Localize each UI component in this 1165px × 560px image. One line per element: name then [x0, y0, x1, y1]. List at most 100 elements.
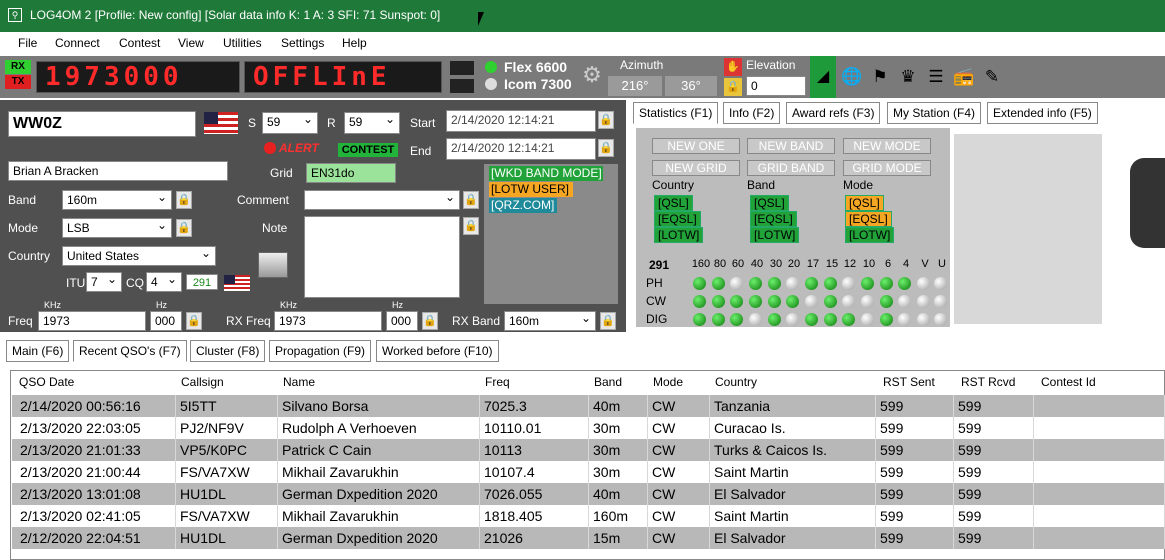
freq-lock-icon[interactable]: 🔒 [186, 312, 202, 330]
menu-view[interactable]: View [178, 36, 204, 50]
col-rst-rcvd[interactable]: RST Rcvd [961, 375, 1015, 389]
mode-lock-icon[interactable]: 🔒 [176, 219, 192, 237]
menu-settings[interactable]: Settings [281, 36, 324, 50]
table-row[interactable]: 2/13/2020 21:01:33 VP5/K0PC Patrick C Cain… [12, 439, 1165, 461]
tab-info[interactable]: Info (F2) [723, 102, 781, 124]
col-country[interactable]: Country [715, 375, 757, 389]
stop-rotor-icon[interactable]: ✋ [724, 58, 742, 76]
rxband-lock-icon[interactable]: 🔒 [600, 312, 616, 330]
grid-mode-button[interactable]: GRID MODE [843, 160, 931, 176]
note-lock-icon[interactable]: 🔒 [463, 217, 479, 235]
cq-select[interactable]: 4 [146, 272, 182, 292]
status-dot-ph-20 [786, 277, 799, 290]
tx-indicator[interactable]: TX [5, 75, 31, 89]
menu-utilities[interactable]: Utilities [223, 36, 262, 50]
status-dot-dig-6 [880, 313, 893, 326]
rxfreq-hz-input[interactable]: 000 [386, 311, 418, 331]
elevation-input[interactable]: 0 [746, 76, 806, 96]
col-freq[interactable]: Freq [485, 375, 510, 389]
band-select[interactable]: 160m [62, 190, 172, 210]
end-time-input[interactable]: 2/14/2020 12:14:21 [446, 138, 596, 160]
grid-input[interactable]: EN31do [306, 163, 396, 183]
table-row[interactable]: 2/13/2020 21:00:44 FS/VA7XW Mikhail Zavaru… [12, 461, 1165, 483]
cell-rst-sent: 599 [876, 395, 954, 417]
cell-mode: CW [648, 439, 710, 461]
tab-statistics[interactable]: Statistics (F1) [633, 102, 719, 124]
microphone-icon[interactable]: ✎ [980, 65, 1004, 89]
col-name[interactable]: Name [283, 375, 315, 389]
table-row[interactable]: 2/14/2020 00:56:16 5I5TT Silvano Borsa 7025… [12, 395, 1165, 417]
radio-icon[interactable]: 📻 [952, 65, 976, 89]
col-band[interactable]: Band [594, 375, 622, 389]
cell-callsign: 5I5TT [176, 395, 278, 417]
new-band-button[interactable]: NEW BAND [747, 138, 835, 154]
contest-badge[interactable]: CONTEST [338, 143, 398, 157]
status-dot-cw-40 [749, 295, 762, 308]
freq-input[interactable]: 1973 [38, 311, 146, 331]
azimuth-short-path[interactable]: 216° [608, 76, 662, 96]
band-lock-icon[interactable]: 🔒 [176, 191, 192, 209]
freq-hz-input[interactable]: 000 [150, 311, 182, 331]
qrz-tag[interactable]: [QRZ.COM] [489, 198, 557, 213]
grid-band-button[interactable]: GRID BAND [747, 160, 835, 176]
menu-file[interactable]: File [18, 36, 37, 50]
tab-cluster[interactable]: Cluster (F8) [190, 340, 266, 362]
antenna-icon[interactable]: ⚑ [868, 65, 892, 89]
rxfreq-input[interactable]: 1973 [274, 311, 382, 331]
status-dot-dig-30 [768, 313, 781, 326]
col-qso-date[interactable]: QSO Date [19, 375, 74, 389]
new-one-button[interactable]: NEW ONE [652, 138, 740, 154]
note-textarea[interactable] [304, 216, 460, 298]
country-select[interactable]: United States [62, 246, 216, 266]
tab-recent-qsos[interactable]: Recent QSO's (F7) [73, 340, 187, 362]
table-row[interactable]: 2/12/2020 22:04:51 HU1DL German Dxpedition… [12, 527, 1165, 549]
comment-select[interactable] [304, 190, 460, 210]
menu-help[interactable]: Help [342, 36, 367, 50]
new-grid-button[interactable]: NEW GRID [652, 160, 740, 176]
table-row[interactable]: 2/13/2020 02:41:05 FS/VA7XW Mikhail Zavaru… [12, 505, 1165, 527]
col-rst-sent[interactable]: RST Sent [883, 375, 935, 389]
rxfreq-lock-icon[interactable]: 🔒 [422, 312, 438, 330]
callsign-input[interactable]: WW0Z [8, 111, 196, 137]
tab-extended-info[interactable]: Extended info (F5) [987, 102, 1098, 124]
mode-select[interactable]: LSB [62, 218, 172, 238]
start-time-input[interactable]: 2/14/2020 12:14:21 [446, 110, 596, 132]
list-icon[interactable]: ☰ [924, 65, 948, 89]
table-row[interactable]: 2/13/2020 22:03:05 PJ2/NF9V Rudolph A Verh… [12, 417, 1165, 439]
end-lock-icon[interactable]: 🔒 [598, 139, 614, 157]
gear-icon[interactable]: ⚙ [580, 63, 604, 87]
rst-sent-select[interactable]: 59 [262, 112, 318, 134]
menu-contest[interactable]: Contest [119, 36, 160, 50]
globe-icon[interactable]: 🌐 [840, 65, 864, 89]
col-mode[interactable]: Mode [653, 375, 683, 389]
cell-rst-rcvd: 599 [954, 483, 1034, 505]
tab-award-refs[interactable]: Award refs (F3) [786, 102, 881, 124]
azimuth-long-path[interactable]: 36° [665, 76, 717, 96]
col-contest-id[interactable]: Contest Id [1041, 375, 1096, 389]
tab-main[interactable]: Main (F6) [6, 340, 70, 362]
qsl-card-icon[interactable] [258, 252, 288, 278]
stats-dxcc-number: 291 [649, 258, 670, 272]
award-icon[interactable]: ♛ [896, 65, 920, 89]
rx-indicator[interactable]: RX [5, 60, 31, 74]
rxband-select[interactable]: 160m [504, 311, 596, 331]
radio2-name[interactable]: Icom 7300 [504, 76, 572, 92]
app-icon: ⚲ [8, 8, 22, 22]
table-row[interactable]: 2/13/2020 13:01:08 HU1DL German Dxpedition… [12, 483, 1165, 505]
cell-contest-id [1034, 439, 1165, 461]
start-lock-icon[interactable]: 🔒 [598, 111, 614, 129]
lock-icon[interactable]: 🔒 [724, 78, 742, 96]
itu-select[interactable]: 7 [86, 272, 122, 292]
tab-propagation[interactable]: Propagation (F9) [269, 340, 372, 362]
menu-connect[interactable]: Connect [55, 36, 100, 50]
rst-rcvd-select[interactable]: 59 [344, 112, 400, 134]
comment-lock-icon[interactable]: 🔒 [463, 191, 479, 209]
new-mode-button[interactable]: NEW MODE [843, 138, 931, 154]
radio1-name[interactable]: Flex 6600 [504, 59, 567, 75]
alert-label[interactable]: ALERT [279, 141, 319, 155]
col-callsign[interactable]: Callsign [181, 375, 224, 389]
name-input[interactable]: Brian A Bracken [8, 161, 228, 181]
tab-my-station[interactable]: My Station (F4) [887, 102, 982, 124]
tab-worked-before[interactable]: Worked before (F10) [376, 340, 499, 362]
wifi-signal-icon[interactable]: ◢ [810, 56, 836, 98]
